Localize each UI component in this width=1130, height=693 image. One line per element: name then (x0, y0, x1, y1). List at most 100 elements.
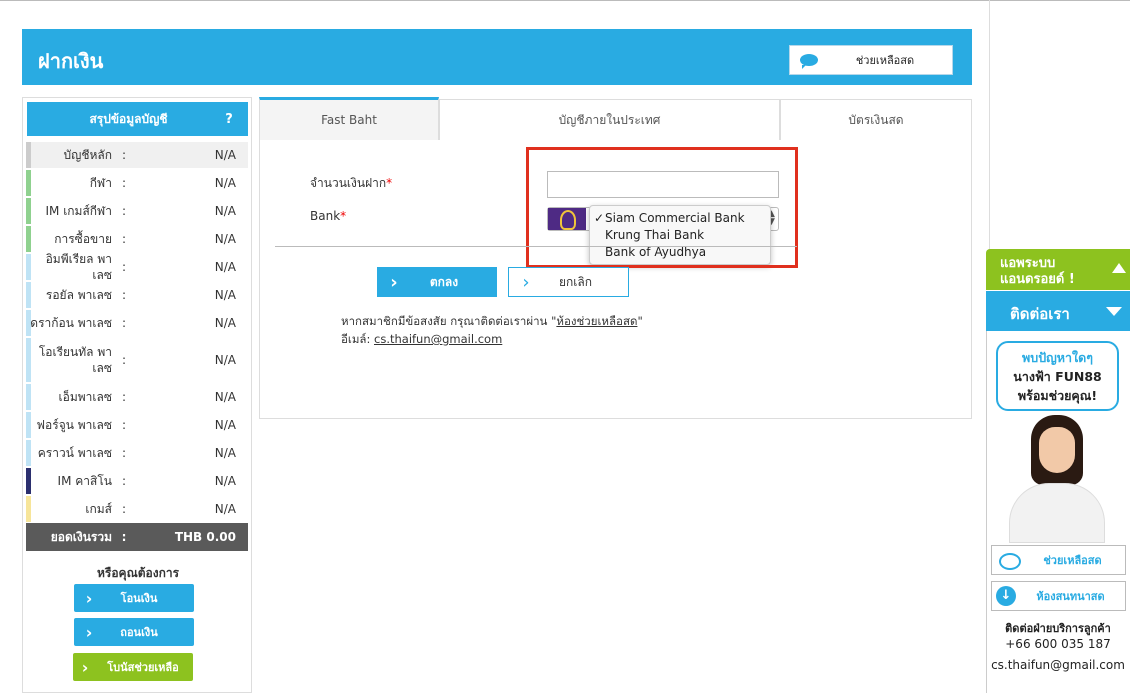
amount-label: จำนวนเงินฝาก* (310, 176, 393, 190)
account-row: ดราก้อน พาเลซ: N/A (26, 310, 248, 336)
account-color-bar (26, 142, 31, 168)
account-name: เกมส์ (85, 502, 112, 516)
account-summary-title: สรุปข้อมูลบัญชี (89, 111, 168, 126)
account-name: โอเรียนทัล พาเลซ (38, 345, 112, 375)
chevron-right-icon: › (81, 657, 89, 677)
customer-service-title: ติดต่อฝ่ายบริการลูกค้า (1005, 622, 1111, 635)
account-colon: : (121, 148, 127, 162)
account-color-bar (26, 412, 31, 438)
withdraw-label: ถอนเงิน (120, 626, 158, 639)
android-app-banner[interactable]: แอพระบบ แอนดรอยด์ ! (986, 249, 1130, 290)
chevron-right-icon: › (522, 271, 530, 293)
form-divider (275, 246, 797, 247)
chevron-down-icon (1106, 307, 1122, 316)
account-row: ฟอร์จูน พาเลซ: N/A (26, 412, 248, 438)
tab-local-bank[interactable]: บัญชีภายในประเทศ (439, 99, 780, 140)
account-summary-sidebar: สรุปข้อมูลบัญชี ? บัญชีหลัก: N/A กีฬา: N/A I… (22, 97, 252, 693)
account-row: กีฬา: N/A (26, 170, 248, 196)
help-icon[interactable]: ? (210, 112, 248, 127)
total-value: THB 0.00 (174, 530, 236, 544)
account-color-bar (26, 496, 31, 522)
chat-bubble-icon (996, 548, 1021, 572)
customer-service-email[interactable]: cs.thaifun@gmail.com (986, 658, 1130, 672)
account-row: การซื้อขาย: N/A (26, 226, 248, 252)
account-value: N/A (214, 390, 236, 404)
account-color-bar (26, 226, 31, 252)
live-help-link[interactable]: ห้องช่วยเหลือสด (556, 314, 637, 328)
account-value: N/A (214, 288, 236, 302)
transfer-label: โอนเงิน (120, 592, 158, 605)
deposit-method-tabs: Fast Baht บัญชีภายในประเทศ บัตรเงินสด (259, 97, 972, 140)
account-value: N/A (214, 446, 236, 460)
account-colon: : (121, 446, 127, 460)
account-name: IM เกมส์กีฬา (45, 204, 112, 218)
support-agent-image (1001, 413, 1113, 543)
account-summary-header: สรุปข้อมูลบัญชี ? (27, 102, 248, 136)
help-text: หากสมาชิกมีข้อสงสัย กรุณาติดต่อเราผ่าน "… (341, 314, 643, 328)
submit-button[interactable]: › ตกลง (377, 267, 497, 297)
submit-label: ตกลง (429, 274, 459, 289)
bank-label: Bank* (310, 209, 347, 223)
download-icon: ↓ (996, 586, 1016, 606)
account-value: N/A (214, 316, 236, 330)
account-value: N/A (214, 260, 236, 274)
live-help-label: ช่วยเหลือสด (1043, 554, 1102, 567)
account-name: IM คาสิโน (57, 474, 112, 488)
bonus-button[interactable]: › โบนัสช่วยเหลือ (73, 653, 193, 681)
chat-bubble-icon (800, 54, 818, 69)
chevron-right-icon: › (85, 622, 93, 642)
cancel-label: ยกเลิก (558, 274, 593, 289)
account-name: อิมพีเรียล พาเลซ (45, 252, 112, 282)
content-border (989, 0, 990, 250)
account-color-bar (26, 440, 31, 466)
account-colon: : (121, 390, 127, 404)
customer-service-phone: +66 600 035 187 (1005, 637, 1111, 651)
contact-us-header[interactable]: ติดต่อเรา (986, 291, 1130, 331)
account-color-bar (26, 468, 31, 494)
account-color-bar (26, 170, 31, 196)
account-colon: : (121, 204, 127, 218)
account-colon: : (121, 502, 127, 516)
withdraw-button[interactable]: › ถอนเงิน (74, 618, 194, 646)
account-row: เอ็มพาเลซ: N/A (26, 384, 248, 410)
account-row: IM เกมส์กีฬา: N/A (26, 198, 248, 224)
account-value: N/A (214, 204, 236, 218)
transfer-button[interactable]: › โอนเงิน (74, 584, 194, 612)
account-color-bar (26, 254, 31, 280)
chevron-right-icon: › (390, 271, 398, 293)
chat-room-button[interactable]: ↓ ห้องสนทนาสด (991, 581, 1126, 611)
account-name: ฟอร์จูน พาเลซ (36, 418, 112, 432)
cancel-button[interactable]: › ยกเลิก (508, 267, 629, 297)
total-colon: : (121, 530, 127, 544)
account-value: N/A (214, 474, 236, 488)
tab-fast-baht[interactable]: Fast Baht (259, 97, 439, 140)
highlight-box (526, 147, 798, 268)
page-title: ฝากเงิน (38, 49, 104, 73)
account-name: รอยัล พาเลซ (45, 288, 112, 302)
live-chat-button[interactable]: ช่วยเหลือสด (789, 45, 953, 75)
email-link[interactable]: cs.thaifun@gmail.com (374, 332, 502, 346)
total-balance-row: ยอดเงินรวม : THB 0.00 (26, 523, 248, 551)
speech-bubble: พบปัญหาใดๆ นางฟ้า FUN88 พร้อมช่วยคุณ! (996, 341, 1119, 411)
account-row: IM คาสิโน: N/A (26, 468, 248, 494)
top-border (0, 0, 1130, 1)
choose-action-label: หรือคุณต้องการ (96, 566, 180, 580)
account-colon: : (121, 474, 127, 488)
account-row: โอเรียนทัล พาเลซ: N/A (26, 338, 248, 382)
bonus-label: โบนัสช่วยเหลือ (107, 661, 179, 674)
account-color-bar (26, 282, 31, 308)
email-text: อีเมล์: cs.thaifun@gmail.com (341, 332, 503, 346)
account-color-bar (26, 310, 31, 336)
account-row: รอยัล พาเลซ: N/A (26, 282, 248, 308)
live-help-button[interactable]: ช่วยเหลือสด (991, 545, 1126, 575)
chevron-up-icon (1112, 263, 1126, 273)
account-value: N/A (214, 502, 236, 516)
account-colon: : (121, 260, 127, 274)
account-colon: : (121, 288, 127, 302)
tab-cash-card[interactable]: บัตรเงินสด (780, 99, 972, 140)
account-colon: : (121, 418, 127, 432)
account-name: การซื้อขาย (54, 232, 112, 246)
account-row: เกมส์: N/A (26, 496, 248, 522)
account-name: เอ็มพาเลซ (58, 390, 112, 404)
account-name: บัญชีหลัก (63, 148, 112, 162)
